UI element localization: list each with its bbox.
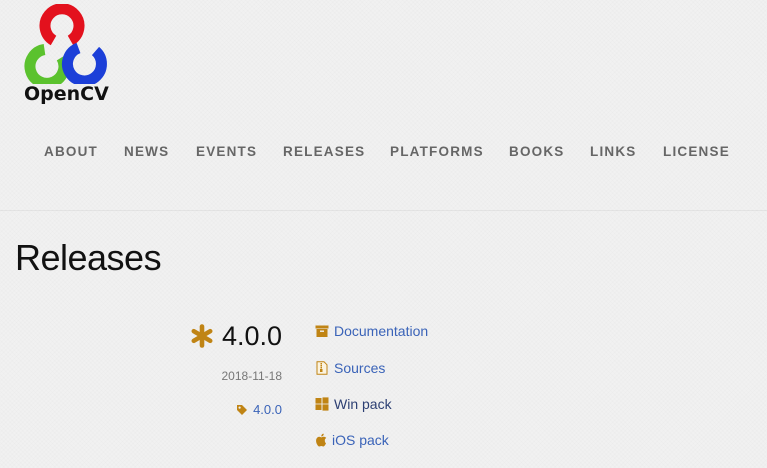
sources-link-label: Sources bbox=[334, 360, 386, 376]
windows-icon bbox=[315, 397, 329, 411]
main-nav: ABOUT NEWS EVENTS RELEASES PLATFORMS BOO… bbox=[0, 144, 767, 162]
release-version-block: 4.0.0 bbox=[190, 318, 282, 354]
nav-item-releases[interactable]: RELEASES bbox=[283, 144, 365, 159]
release-version: 4.0.0 bbox=[221, 320, 282, 351]
nav-item-platforms[interactable]: PLATFORMS bbox=[390, 144, 484, 159]
release-tag-link[interactable]: 4.0.0 bbox=[236, 402, 282, 417]
file-zip-icon bbox=[315, 361, 329, 375]
sources-link[interactable]: Sources bbox=[315, 360, 385, 376]
documentation-link-label: Documentation bbox=[334, 323, 429, 339]
release-tag-label: 4.0.0 bbox=[253, 402, 282, 417]
tag-icon bbox=[236, 404, 248, 416]
ios-pack-link-label: iOS pack bbox=[332, 432, 389, 448]
asterisk-icon bbox=[190, 324, 214, 348]
nav-item-books[interactable]: BOOKS bbox=[509, 144, 565, 159]
nav-item-license[interactable]: LICENSE bbox=[663, 144, 730, 159]
logo-text: OpenCV bbox=[24, 83, 109, 105]
nav-item-about[interactable]: ABOUT bbox=[44, 144, 98, 159]
ios-pack-link[interactable]: iOS pack bbox=[315, 432, 389, 448]
opencv-logo-icon bbox=[24, 4, 107, 84]
nav-item-links[interactable]: LINKS bbox=[590, 144, 637, 159]
apple-icon bbox=[315, 433, 327, 447]
nav-item-events[interactable]: EVENTS bbox=[196, 144, 257, 159]
archive-box-icon bbox=[315, 324, 329, 338]
nav-item-news[interactable]: NEWS bbox=[124, 144, 169, 159]
win-pack-link[interactable]: Win pack bbox=[315, 396, 392, 412]
win-pack-link-label: Win pack bbox=[334, 396, 392, 412]
page-title: Releases bbox=[15, 237, 162, 278]
opencv-logo[interactable]: OpenCV bbox=[20, 4, 110, 106]
header-divider bbox=[0, 210, 767, 211]
release-date: 2018-11-18 bbox=[221, 369, 283, 383]
documentation-link[interactable]: Documentation bbox=[315, 323, 428, 339]
